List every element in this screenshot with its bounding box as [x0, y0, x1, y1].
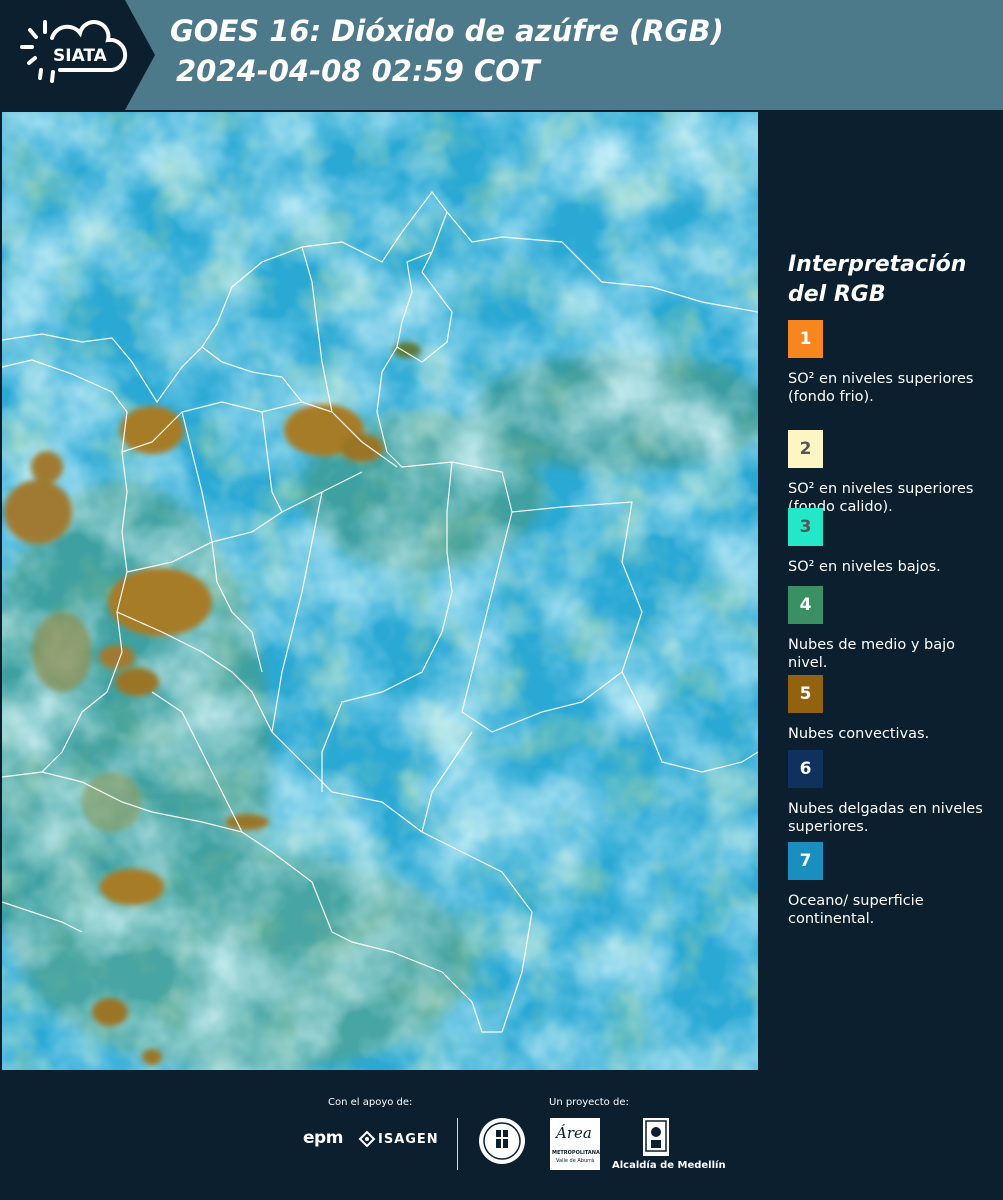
isagen-icon	[358, 1130, 376, 1148]
logo-text: SIATA	[53, 46, 108, 66]
legend-swatch: 1	[788, 320, 823, 358]
legend-swatch: 2	[788, 430, 823, 468]
legend-label: Nubes delgadas en niveles superiores.	[788, 801, 983, 835]
page-datetime: 2024-04-08 02:59 COT	[176, 54, 540, 88]
legend-swatch: 4	[788, 586, 823, 624]
header-bar: SIATA GOES 16: Dióxido de azúfre (RGB) 2…	[0, 0, 1003, 110]
page-title: GOES 16: Dióxido de azúfre (RGB)	[170, 14, 724, 48]
legend-title-line1: Interpretación	[788, 252, 967, 277]
legend-item-7: 7 Oceano/ superficie continental.	[788, 842, 998, 928]
legend-label: SO² en niveles bajos.	[788, 559, 941, 575]
legend-panel: Interpretación del RGB 1 SO² en niveles s…	[760, 110, 1003, 1070]
legend-item-6: 6 Nubes delgadas en niveles superiores.	[788, 750, 998, 836]
legend-title-line2: del RGB	[788, 282, 886, 307]
legend-item-2: 2 SO² en niveles superiores (fondo calido…	[788, 430, 998, 516]
legend-label: Nubes convectivas.	[788, 726, 930, 742]
epm-logo: epm	[303, 1128, 343, 1148]
legend-swatch: 6	[788, 750, 823, 788]
legend-swatch: 5	[788, 675, 823, 713]
support-label: Con el apoyo de:	[328, 1097, 413, 1108]
area-metropolitana-logo: Área METROPOLITANA Valle de Aburrá	[550, 1118, 600, 1170]
project-label: Un proyecto de:	[549, 1097, 629, 1108]
alcaldia-label: Alcaldía de Medellín	[612, 1160, 726, 1171]
legend-title: Interpretación del RGB	[788, 250, 988, 310]
legend-item-3: 3 SO² en niveles bajos.	[788, 508, 998, 576]
satellite-map	[2, 112, 758, 1070]
footer-divider	[457, 1118, 458, 1170]
footer: Con el apoyo de: Un proyecto de: epm ISA…	[0, 1070, 1003, 1200]
legend-item-5: 5 Nubes convectivas.	[788, 675, 998, 743]
legend-item-1: 1 SO² en niveles superiores (fondo frio).	[788, 320, 998, 406]
legend-label: Nubes de medio y bajo nivel.	[788, 637, 955, 671]
siata-logo: SIATA	[0, 0, 160, 110]
medellin-seal	[477, 1116, 527, 1170]
legend-label: Oceano/ superficie continental.	[788, 893, 924, 927]
alcaldia-shield-icon	[643, 1118, 669, 1156]
legend-label: SO² en niveles superiores (fondo frio).	[788, 371, 974, 405]
legend-item-4: 4 Nubes de medio y bajo nivel.	[788, 586, 998, 672]
legend-swatch: 7	[788, 842, 823, 880]
legend-swatch: 3	[788, 508, 823, 546]
